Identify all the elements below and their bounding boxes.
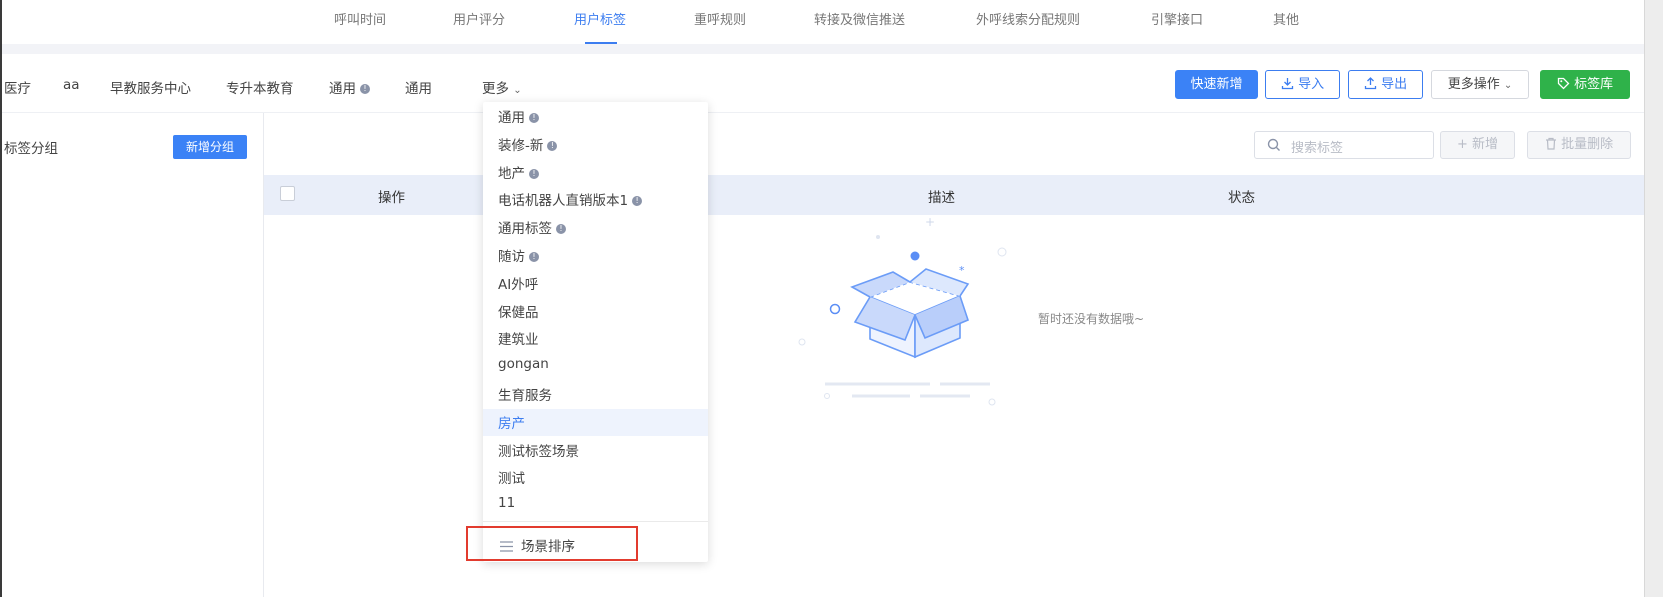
svg-text:*: * — [959, 264, 965, 277]
scene-option[interactable]: 随访! — [498, 245, 539, 265]
info-icon: ! — [360, 84, 370, 94]
trash-icon — [1545, 137, 1556, 150]
scene-option[interactable]: AI外呼 — [498, 273, 538, 293]
tab-transfer-wechat[interactable]: 转接及微信推送 — [814, 9, 905, 28]
scene-option-label: 通用标签 — [498, 221, 552, 238]
tab-user-score[interactable]: 用户评分 — [453, 9, 505, 28]
scene-option-label: 建筑业 — [498, 332, 539, 349]
more-label: 更多 — [482, 81, 509, 97]
header-description: 描述 — [928, 190, 955, 206]
scene-option-label: 通用 — [498, 110, 525, 126]
scene-option[interactable]: 生育服务 — [498, 384, 552, 404]
empty-box-illustration: + * — [798, 215, 1007, 406]
scene-option[interactable]: 电话机器人直销版本1! — [498, 189, 643, 210]
scene-option[interactable]: 保健品 — [498, 301, 539, 321]
tag-icon — [1557, 77, 1570, 90]
tag-group-panel — [2, 113, 264, 597]
scene-option-label: 生育服务 — [498, 388, 552, 404]
chevron-down-icon: ⌄ — [513, 85, 522, 96]
search-input[interactable]: 搜索标签 — [1254, 131, 1434, 159]
info-icon: ! — [632, 196, 643, 207]
scene-option-label: 测试 — [498, 471, 525, 488]
tag-group-title: 标签分组 — [4, 141, 58, 157]
upload-icon — [1364, 77, 1377, 90]
batch-delete-button[interactable]: 批量删除 — [1527, 131, 1631, 159]
scrollbar[interactable] — [1644, 0, 1663, 597]
info-icon: ! — [529, 252, 539, 262]
select-all-checkbox[interactable] — [280, 186, 295, 201]
scene-general-label: 通用 — [329, 81, 356, 97]
export-label: 导出 — [1381, 77, 1408, 92]
scene-option-label: 电话机器人直销版本1 — [498, 193, 629, 210]
import-label: 导入 — [1298, 77, 1325, 92]
empty-state-text: 暂时还没有数据哦~ — [1038, 312, 1145, 326]
scene-upgrade-education[interactable]: 专升本教育 — [226, 77, 294, 97]
batch-delete-label: 批量删除 — [1561, 137, 1614, 152]
add-tag-button[interactable]: + 新增 — [1440, 131, 1515, 159]
scene-option[interactable]: 通用标签! — [498, 217, 566, 237]
scene-option-label: 保健品 — [498, 304, 539, 321]
header-status: 状态 — [1228, 190, 1255, 206]
tab-lead-allocation[interactable]: 外呼线索分配规则 — [976, 9, 1080, 28]
tag-library-button[interactable]: 标签库 — [1540, 70, 1630, 99]
tag-library-label: 标签库 — [1574, 77, 1614, 92]
tab-call-time[interactable]: 呼叫时间 — [334, 9, 386, 28]
scene-option-label: AI外呼 — [498, 276, 539, 293]
more-ops-dropdown[interactable]: 更多操作 ⌄ — [1431, 70, 1529, 99]
scene-option[interactable]: 通用! — [498, 106, 539, 126]
scene-general[interactable]: 通用! — [329, 77, 370, 97]
scene-option[interactable]: 测试 — [498, 467, 525, 487]
info-icon: ! — [547, 140, 558, 151]
info-icon: ! — [529, 168, 539, 179]
scene-option-label: 房产 — [498, 415, 525, 432]
chevron-down-icon: ⌄ — [1503, 80, 1513, 91]
tab-user-tags[interactable]: 用户标签 — [574, 9, 626, 28]
svg-text:+: + — [925, 215, 935, 229]
scene-option-label: gongan — [498, 356, 549, 373]
tab-engine-api[interactable]: 引擎接口 — [1151, 9, 1203, 28]
scene-option[interactable]: 房产 — [498, 412, 525, 432]
scene-early-education[interactable]: 早教服务中心 — [110, 77, 191, 97]
export-button[interactable]: 导出 — [1348, 70, 1423, 99]
search-icon — [1267, 138, 1280, 151]
scene-option-label: 测试标签场景 — [498, 443, 579, 460]
quick-add-button[interactable]: 快速新增 — [1175, 70, 1258, 99]
dropdown-divider — [483, 521, 708, 522]
info-icon: ! — [529, 113, 539, 123]
more-ops-label: 更多操作 — [1447, 77, 1500, 92]
scene-option[interactable]: 装修-新! — [498, 134, 558, 154]
active-tab-indicator — [585, 42, 617, 44]
scene-option-label: 地产 — [498, 165, 525, 182]
scene-option[interactable]: 测试标签场景 — [498, 440, 579, 460]
search-placeholder: 搜索标签 — [1291, 141, 1344, 156]
download-icon — [1281, 78, 1294, 90]
tab-other[interactable]: 其他 — [1273, 9, 1299, 28]
tab-recall-rules[interactable]: 重呼规则 — [694, 9, 746, 28]
scene-general-2[interactable]: 通用 — [405, 77, 432, 97]
scene-medical[interactable]: 医疗 — [4, 77, 31, 97]
scene-option[interactable]: 11 — [498, 495, 515, 511]
scene-option-label: 11 — [498, 495, 516, 512]
header-actions: 操作 — [378, 190, 405, 206]
scene-option[interactable]: 建筑业 — [498, 328, 539, 348]
scene-option-label: 装修-新 — [498, 137, 544, 154]
scene-option[interactable]: 地产! — [498, 162, 539, 182]
scene-aa[interactable]: aa — [63, 77, 80, 93]
info-icon: ! — [556, 224, 566, 235]
more-scenes-dropdown[interactable]: 更多 ⌄ — [482, 77, 522, 97]
scene-option-label: 随访 — [498, 249, 525, 265]
add-group-button[interactable]: 新增分组 — [173, 135, 247, 159]
import-button[interactable]: 导入 — [1265, 70, 1340, 99]
highlight-box — [466, 526, 638, 561]
scene-option[interactable]: gongan — [498, 356, 549, 372]
